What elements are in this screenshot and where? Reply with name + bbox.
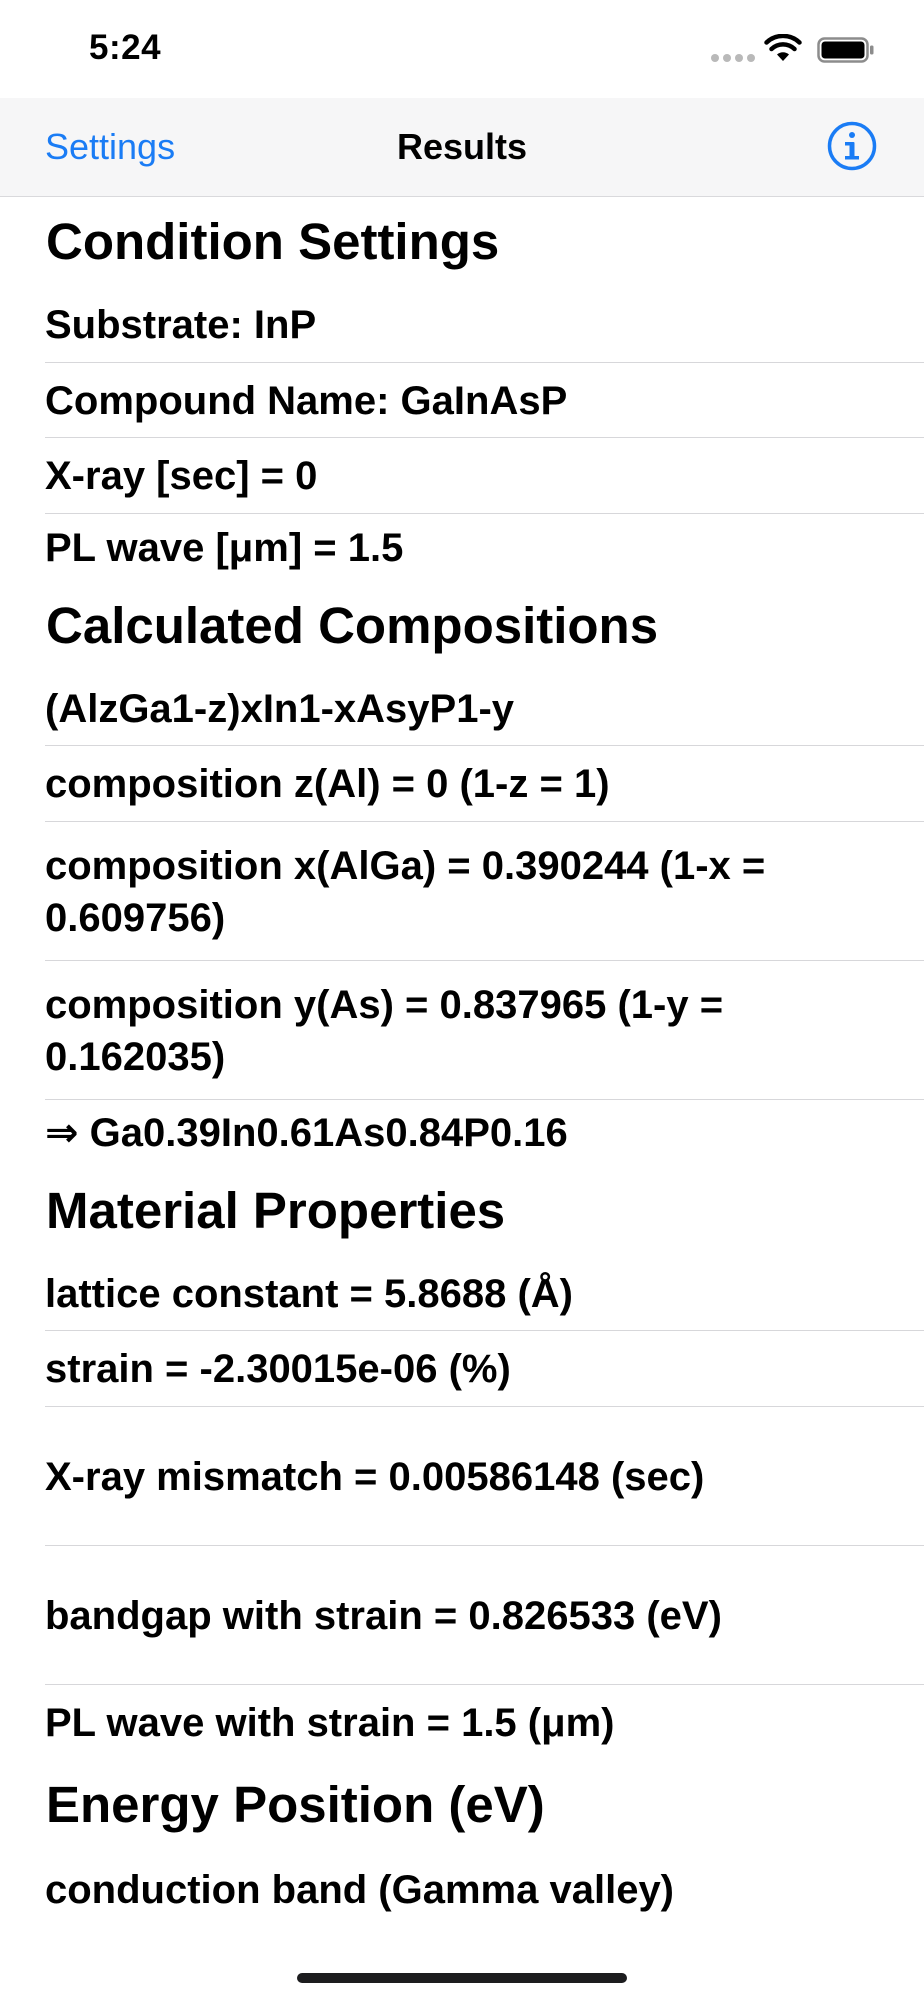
compound-name-row: Compound Name: GaInAsP — [0, 363, 924, 438]
section-header-calculated-compositions: Calculated Compositions — [46, 597, 659, 654]
status-bar: 5:24 — [0, 0, 924, 98]
section-header-energy-position: Energy Position (eV) — [46, 1776, 545, 1833]
page-title: Results — [396, 126, 528, 167]
pl-wave-strain-row: PL wave with strain = 1.5 (μm) — [45, 1700, 615, 1745]
lattice-constant-row: lattice constant = 5.8688 (Å) — [0, 1256, 924, 1331]
composition-result-row: ⇒ Ga0.39In0.61As0.84P0.16 — [45, 1111, 568, 1155]
section-header-material-properties: Material Properties — [46, 1182, 506, 1239]
xray-row: X-ray [sec] = 0 — [0, 438, 924, 514]
bandgap-row: bandgap with strain = 0.826533 (eV) — [0, 1546, 924, 1685]
substrate-row: Substrate: InP — [0, 287, 924, 363]
composition-x-row: composition x(AlGa) = 0.390244 (1-x = 0.… — [0, 822, 924, 961]
pl-wave-row: PL wave [μm] = 1.5 — [45, 525, 404, 570]
results-list: Condition Settings Substrate: InP Compou… — [0, 197, 924, 1930]
battery-icon — [817, 37, 874, 63]
cellular-signal-icon — [711, 54, 757, 62]
navigation-bar: Settings Results — [0, 98, 924, 197]
info-icon[interactable] — [826, 120, 878, 172]
conduction-band-row: conduction band (Gamma valley) — [45, 1868, 675, 1912]
xray-mismatch-row: X-ray mismatch = 0.00586148 (sec) — [0, 1407, 924, 1546]
home-indicator[interactable] — [297, 1973, 627, 1983]
formula-row: (AlzGa1-z)xIn1-xAsyP1-y — [0, 671, 924, 746]
strain-row: strain = -2.30015e-06 (%) — [0, 1331, 924, 1407]
status-time: 5:24 — [89, 28, 162, 67]
composition-z-row: composition z(Al) = 0 (1-z = 1) — [0, 746, 924, 822]
section-header-condition-settings: Condition Settings — [46, 213, 500, 270]
wifi-icon — [764, 34, 802, 61]
composition-y-row: composition y(As) = 0.837965 (1-y = 0.16… — [0, 961, 924, 1100]
